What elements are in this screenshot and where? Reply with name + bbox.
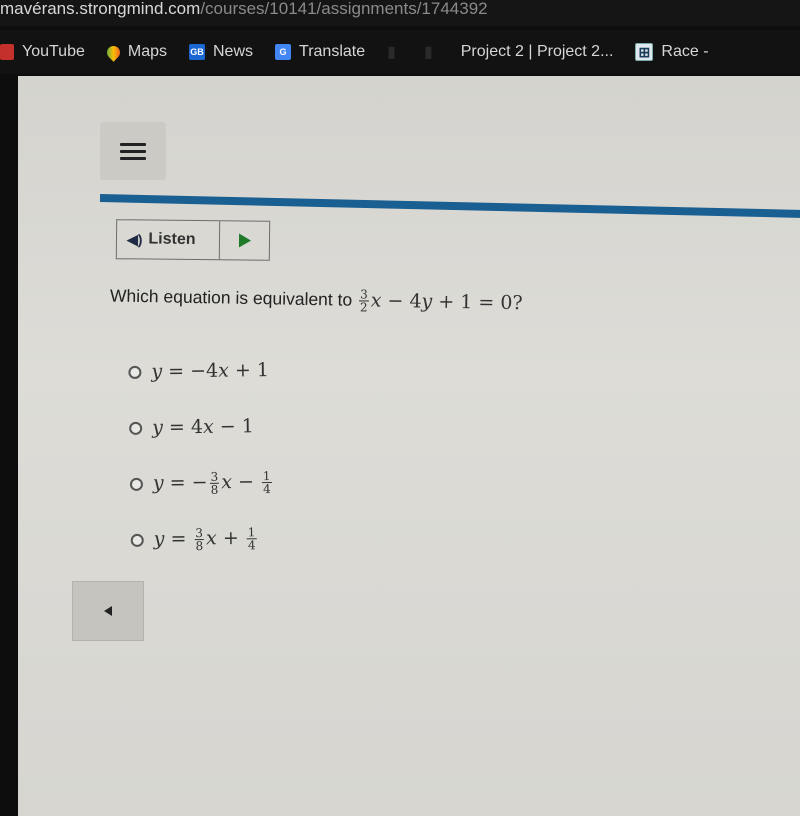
denominator: 2 <box>359 300 368 315</box>
term: − <box>231 470 261 493</box>
answer-option[interactable]: y = 38x + 14 <box>130 510 274 568</box>
translate-icon: G <box>275 44 292 60</box>
bookmark-label: Project 2 | Project 2... <box>460 43 614 60</box>
bookmark-label: Maps <box>127 43 167 60</box>
bookmark-youtube[interactable]: YouTube <box>0 43 85 61</box>
numerator: 3 <box>209 469 220 484</box>
var-x: x <box>221 470 233 493</box>
menu-button[interactable] <box>100 122 166 180</box>
term: − 4 <box>381 289 422 312</box>
listen-control: ◀) Listen <box>115 219 271 261</box>
numerator: 1 <box>261 468 272 483</box>
listen-label: Listen <box>148 230 196 249</box>
term: − 1 <box>213 415 254 438</box>
answer-option[interactable]: y = −4x + 1 <box>128 342 272 400</box>
fraction: 38 <box>209 469 220 497</box>
answer-option[interactable]: y = 4x − 1 <box>129 398 273 456</box>
bookmark-race[interactable]: ⊞ Race - <box>635 43 709 61</box>
hamburger-line <box>120 156 146 160</box>
header-divider <box>99 194 800 219</box>
news-icon: GB <box>189 44 205 60</box>
term: + <box>216 526 245 549</box>
fraction: 14 <box>261 468 272 496</box>
play-icon <box>238 233 251 248</box>
radio-button[interactable] <box>128 365 142 379</box>
var-x: x <box>202 415 214 438</box>
option-equation: y = −3 8 x − 14 <box>153 469 274 496</box>
var-x: x <box>205 526 217 549</box>
question-prefix: Which equation is equivalent to <box>109 285 353 310</box>
denominator: 4 <box>262 481 271 496</box>
back-arrow-icon <box>104 606 112 616</box>
speaker-icon: ◀) <box>126 230 143 247</box>
denominator: 4 <box>247 537 256 552</box>
fraction: 14 <box>246 524 257 552</box>
maps-icon <box>104 42 123 62</box>
back-button[interactable] <box>72 581 144 641</box>
listen-button[interactable]: ◀) Listen <box>116 220 221 260</box>
bookmark-news[interactable]: GB News <box>189 43 253 61</box>
race-icon: ⊞ <box>635 43 654 61</box>
term: + 1 = 0? <box>432 290 523 314</box>
assignment-page: ◀) Listen Which equation is equivalent t… <box>18 76 800 816</box>
bookmark-translate[interactable]: G Translate <box>275 43 365 61</box>
play-button[interactable] <box>220 221 269 260</box>
term: = − <box>163 470 208 494</box>
option-equation: y = 4x − 1 <box>152 415 254 438</box>
denominator: 8 <box>195 538 204 553</box>
bookmark-maps[interactable]: Maps <box>104 42 167 62</box>
bookmark-label: YouTube <box>22 43 85 60</box>
bookmark-label: Translate <box>299 43 366 60</box>
bookmark-label: Race - <box>661 43 709 60</box>
term: = <box>164 527 193 550</box>
address-bar[interactable]: mavérans.strongmind.com/courses/10141/as… <box>0 0 800 26</box>
numerator: 1 <box>246 524 257 539</box>
bookmark-project-2[interactable]: Project 2 | Project 2... <box>461 43 614 61</box>
numerator: 3 <box>194 525 205 540</box>
fraction: 38 <box>194 525 205 553</box>
radio-button[interactable] <box>129 421 143 435</box>
bookmarks-bar: YouTube Maps GB News G Translate ▮ ▮ Pro… <box>0 30 800 74</box>
bookmark-hidden-icon[interactable]: ▮ <box>387 42 396 62</box>
var-y: y <box>153 527 165 550</box>
youtube-icon <box>0 44 14 60</box>
term: = 4 <box>162 415 204 439</box>
bookmark-hidden-icon[interactable]: ▮ <box>424 42 433 62</box>
question-equation: 32x − 4y + 1 = 0? <box>357 287 523 315</box>
hamburger-line <box>120 149 146 153</box>
var-y: y <box>152 471 164 494</box>
term: + 1 <box>228 359 270 382</box>
var-y: y <box>152 416 164 439</box>
answer-option[interactable]: y = −3 8 x − 14 <box>129 454 274 512</box>
fraction: 32 <box>359 287 369 315</box>
hamburger-menu-icon <box>120 142 146 146</box>
url-path: /courses/10141/assignments/1744392 <box>200 0 488 18</box>
radio-button[interactable] <box>130 533 144 547</box>
term: = −4 <box>161 359 219 383</box>
option-equation: y = −4x + 1 <box>151 359 269 383</box>
radio-button[interactable] <box>129 477 144 491</box>
bookmark-label: News <box>213 43 254 60</box>
var-y: y <box>421 289 433 313</box>
question-text: Which equation is equivalent to 32x − 4y… <box>110 284 523 316</box>
option-equation: y = 38x + 14 <box>153 524 259 553</box>
url-host: mavérans.strongmind.com <box>0 0 201 18</box>
denominator: 8 <box>210 482 219 497</box>
answer-options: y = −4x + 1 y = 4x − 1 y = −3 8 x − 14 y =… <box>128 342 275 568</box>
var-y: y <box>151 360 163 383</box>
